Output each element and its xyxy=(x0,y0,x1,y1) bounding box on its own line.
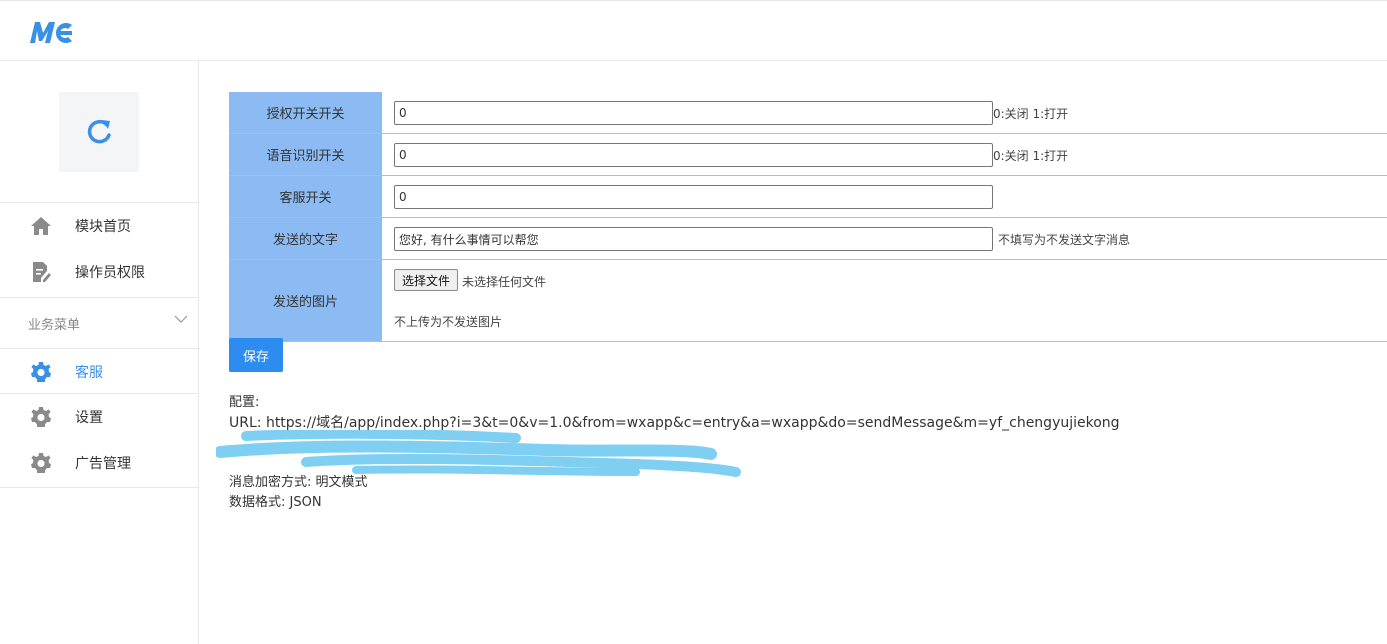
menu-group-label: 业务菜单 xyxy=(28,318,81,333)
sidebar-item-label: 模块首页 xyxy=(75,219,131,235)
file-status: 未选择任何文件 xyxy=(462,275,547,289)
sidebar-item-ad-management[interactable]: 广告管理 xyxy=(0,442,198,482)
customer-service-switch-input[interactable] xyxy=(394,185,993,209)
sidebar-item-operator-permissions[interactable]: 操作员权限 xyxy=(0,251,198,291)
save-button[interactable]: 保存 xyxy=(229,338,283,372)
sidebar-divider xyxy=(0,202,198,203)
form-row-voice-switch: 语音识别开关 0:关闭 1:打开 xyxy=(229,134,1387,176)
document-edit-icon xyxy=(33,262,51,282)
gear-icon xyxy=(31,407,51,427)
auth-switch-input[interactable] xyxy=(394,101,993,125)
sidebar-divider xyxy=(0,393,198,394)
field-hint: 0:关闭 1:打开 xyxy=(993,107,1069,121)
config-title: 配置: xyxy=(229,395,260,410)
brand-logo[interactable] xyxy=(28,19,78,47)
form-row-send-image: 发送的图片 选择文件 未选择任何文件 不上传为不发送图片 xyxy=(229,260,1387,342)
sidebar-item-settings[interactable]: 设置 xyxy=(0,396,198,436)
field-label: 发送的文字 xyxy=(229,218,382,259)
sidebar-item-label: 设置 xyxy=(75,410,103,426)
sidebar-item-module-home[interactable]: 模块首页 xyxy=(0,205,198,245)
field-label: 客服开关 xyxy=(229,176,382,217)
settings-form: 授权开关开关 0:关闭 1:打开 语音识别开关 0:关闭 1:打开 客服开关 发… xyxy=(229,92,1387,342)
avatar[interactable] xyxy=(59,92,139,172)
field-hint: 0:关闭 1:打开 xyxy=(993,149,1069,163)
sidebar-item-customer-service[interactable]: 客服 xyxy=(0,351,198,391)
sidebar-divider xyxy=(0,487,198,488)
field-hint: 不上传为不发送图片 xyxy=(394,315,503,329)
sidebar: 模块首页 操作员权限 业务菜单 客服 设置 广告管理 xyxy=(0,61,199,644)
send-text-input[interactable] xyxy=(394,227,993,251)
form-row-service-switch: 客服开关 xyxy=(229,176,1387,218)
voice-recognition-switch-input[interactable] xyxy=(394,143,993,167)
redaction-scribble xyxy=(216,430,741,477)
field-label: 语音识别开关 xyxy=(229,134,382,175)
field-label: 授权开关开关 xyxy=(229,92,382,133)
gear-icon xyxy=(31,362,51,382)
sidebar-item-label: 客服 xyxy=(75,365,103,381)
home-icon xyxy=(31,217,51,235)
refresh-icon xyxy=(87,119,111,144)
sidebar-divider xyxy=(0,348,198,349)
sidebar-divider xyxy=(0,297,198,298)
field-hint: 不填写为不发送文字消息 xyxy=(998,233,1131,247)
config-data-format: 数据格式: JSON xyxy=(229,495,322,510)
field-label: 发送的图片 xyxy=(229,260,382,341)
gear-icon xyxy=(31,453,51,473)
form-row-send-text: 发送的文字 不填写为不发送文字消息 xyxy=(229,218,1387,260)
sidebar-item-label: 广告管理 xyxy=(75,456,131,472)
top-bar xyxy=(0,0,1387,61)
chevron-down-icon[interactable] xyxy=(174,314,188,324)
choose-file-button[interactable]: 选择文件 xyxy=(394,269,459,291)
form-row-auth-switch: 授权开关开关 0:关闭 1:打开 xyxy=(229,92,1387,134)
sidebar-item-label: 操作员权限 xyxy=(75,265,145,281)
